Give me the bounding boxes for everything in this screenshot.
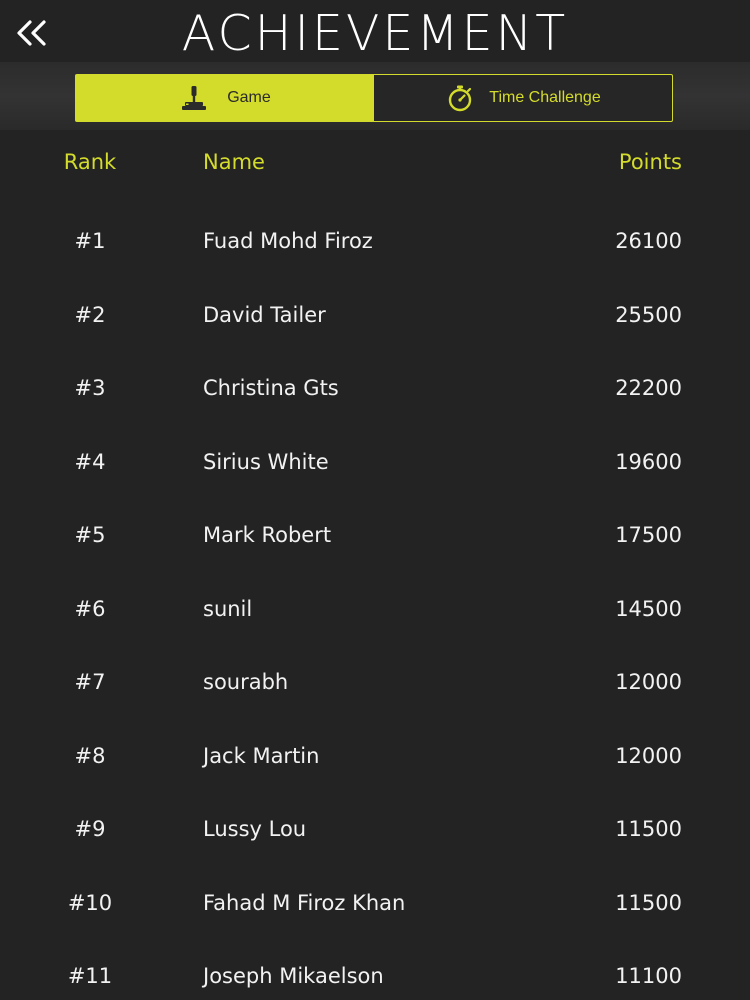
leaderboard-row[interactable]: #4 Sirius White 19600 [0,426,750,500]
leaderboard-row[interactable]: #2 David Tailer 25500 [0,279,750,353]
points-cell: 17500 [615,523,682,547]
name-cell: Joseph Mikaelson [203,964,384,988]
rank-cell: #4 [74,449,106,474]
points-cell: 11100 [615,964,682,988]
leaderboard-row[interactable]: #6 sunil 14500 [0,573,750,647]
achievement-screen: ACHIEVEMENT Game Time Challenge Rank Nam… [0,0,750,1000]
column-header-name: Name [203,150,265,174]
tab-game-label: Game [227,89,271,106]
points-cell: 12000 [615,670,682,694]
rank-cell: #6 [74,596,106,621]
stopwatch-icon [445,83,475,113]
rank-cell: #7 [74,670,106,694]
name-cell: sunil [203,596,253,621]
points-cell: 25500 [615,302,682,327]
leaderboard-row[interactable]: #7 sourabh 12000 [0,646,750,720]
name-cell: Christina Gts [203,376,339,400]
points-cell: 26100 [615,229,682,253]
points-cell: 12000 [615,743,682,768]
points-cell: 22200 [615,376,682,400]
leaderboard-row[interactable]: #9 Lussy Lou 11500 [0,793,750,867]
tab-bar: Game Time Challenge [75,74,673,122]
leaderboard-row[interactable]: #5 Mark Robert 17500 [0,499,750,573]
name-cell: Fuad Mohd Firoz [203,229,373,253]
column-header-rank: Rank [63,150,117,174]
joystick-icon [179,83,209,113]
leaderboard-row[interactable]: #10 Fahad M Firoz Khan 11500 [0,867,750,941]
leaderboard-row[interactable]: #8 Jack Martin 12000 [0,720,750,794]
points-cell: 19600 [615,449,682,474]
rank-cell: #2 [74,302,106,327]
name-cell: Mark Robert [203,523,332,547]
points-cell: 11500 [615,890,682,915]
leaderboard-header: Rank Name Points [0,150,750,186]
name-cell: Lussy Lou [203,817,307,841]
rank-cell: #10 [67,890,113,915]
rank-cell: #9 [74,817,106,841]
rank-cell: #11 [67,964,113,988]
tab-game[interactable]: Game [76,75,374,121]
name-cell: Fahad M Firoz Khan [203,890,406,915]
points-cell: 14500 [615,596,682,621]
name-cell: David Tailer [203,302,326,327]
rank-cell: #8 [74,743,106,768]
name-cell: sourabh [203,670,289,694]
name-cell: Sirius White [203,449,329,474]
tab-time-challenge-label: Time Challenge [489,89,601,106]
page-title: ACHIEVEMENT [181,5,569,62]
name-cell: Jack Martin [203,743,320,768]
leaderboard-row[interactable]: #1 Fuad Mohd Firoz 26100 [0,205,750,279]
leaderboard-list: #1 Fuad Mohd Firoz 26100 #2 David Tailer… [0,205,750,1000]
rank-cell: #1 [74,229,106,253]
points-cell: 11500 [615,817,682,841]
column-header-points: Points [618,150,682,174]
leaderboard-row[interactable]: #11 Joseph Mikaelson 11100 [0,940,750,1000]
leaderboard-row[interactable]: #3 Christina Gts 22200 [0,352,750,426]
tab-time-challenge[interactable]: Time Challenge [374,75,672,121]
rank-cell: #5 [74,523,106,547]
rank-cell: #3 [74,376,106,400]
